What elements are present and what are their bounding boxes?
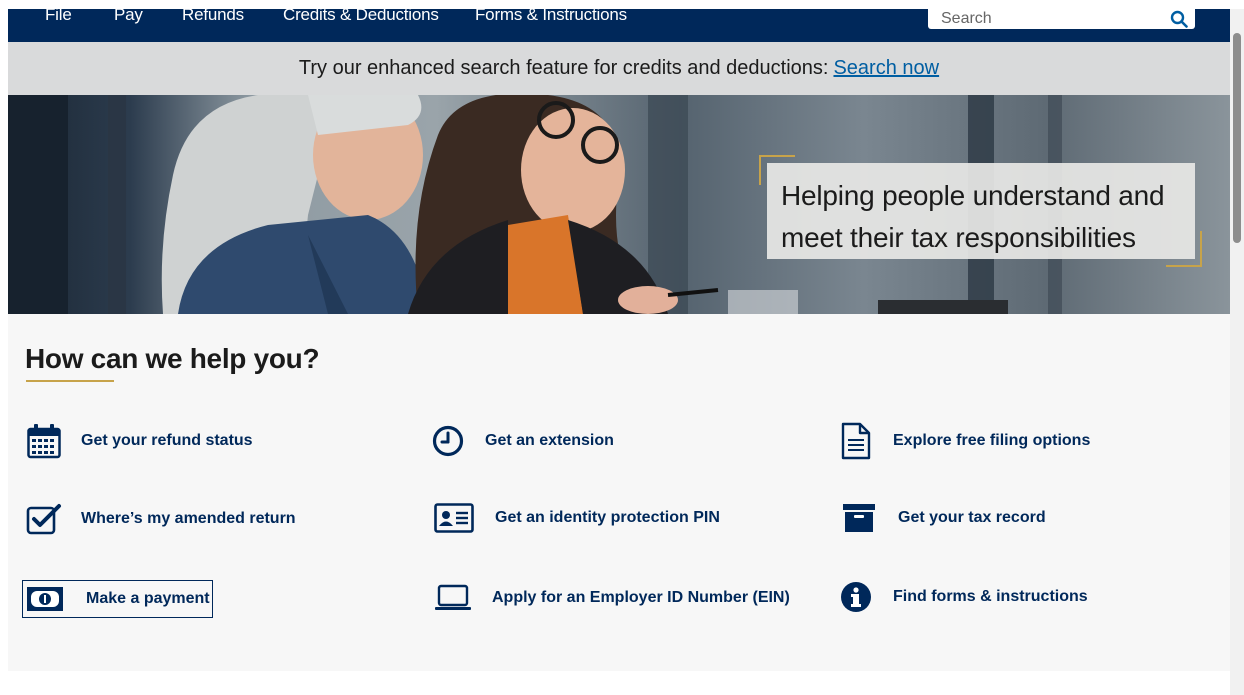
hero-image: Helping people understand and meet their… bbox=[8, 95, 1230, 314]
nav-file[interactable]: File bbox=[45, 9, 72, 25]
search-promo-banner: Try our enhanced search feature for cred… bbox=[8, 42, 1230, 95]
hero-tagline-line-1: Helping people understand and bbox=[781, 180, 1165, 211]
help-section-title: How can we help you? bbox=[25, 343, 320, 374]
clock-icon bbox=[432, 425, 464, 457]
search-icon bbox=[1170, 10, 1188, 28]
id-card-icon bbox=[434, 503, 474, 533]
hero-tagline-card: Helping people understand and meet their… bbox=[767, 163, 1195, 259]
search-input[interactable] bbox=[928, 9, 1163, 29]
link-label: Get an extension bbox=[485, 432, 614, 449]
link-identity-pin[interactable]: Get an identity protection PIN bbox=[434, 503, 720, 533]
money-icon bbox=[26, 586, 64, 612]
banner-text: Try our enhanced search feature for cred… bbox=[298, 57, 829, 79]
next-section-edge bbox=[8, 671, 1230, 695]
link-label: Get an identity protection PIN bbox=[495, 509, 720, 526]
link-label: Find forms & instructions bbox=[893, 588, 1088, 605]
nav-credits-deductions[interactable]: Credits & Deductions bbox=[283, 9, 439, 25]
document-icon bbox=[840, 422, 872, 460]
link-forms-instructions[interactable]: Find forms & instructions bbox=[840, 581, 1088, 613]
link-label: Make a payment bbox=[86, 590, 210, 607]
link-employer-id[interactable]: Apply for an Employer ID Number (EIN) bbox=[434, 584, 790, 612]
link-extension[interactable]: Get an extension bbox=[432, 425, 614, 457]
search-button[interactable] bbox=[1167, 9, 1191, 29]
link-label: Explore free filing options bbox=[893, 432, 1091, 449]
link-label: Where’s my amended return bbox=[81, 510, 296, 527]
link-free-filing[interactable]: Explore free filing options bbox=[840, 422, 1090, 460]
nav-forms-instructions[interactable]: Forms & Instructions bbox=[475, 9, 627, 25]
scrollbar-thumb[interactable] bbox=[1233, 33, 1241, 243]
scrollbar[interactable] bbox=[1230, 9, 1244, 695]
hero-tagline-line-2: meet their tax responsibilities bbox=[781, 222, 1136, 253]
link-tax-record[interactable]: Get your tax record bbox=[842, 503, 1046, 533]
search-box bbox=[928, 9, 1195, 29]
archive-box-icon bbox=[842, 503, 876, 533]
link-label: Get your refund status bbox=[81, 432, 253, 449]
nav-pay[interactable]: Pay bbox=[114, 9, 143, 25]
link-label: Apply for an Employer ID Number (EIN) bbox=[492, 589, 790, 606]
search-now-link[interactable]: Search now bbox=[833, 57, 939, 80]
page-frame: File Pay Refunds Credits & Deductions Fo… bbox=[8, 9, 1230, 695]
laptop-icon bbox=[434, 584, 472, 612]
link-refund-status[interactable]: Get your refund status bbox=[26, 423, 253, 459]
calendar-icon bbox=[26, 423, 62, 459]
nav-refunds[interactable]: Refunds bbox=[182, 9, 244, 25]
link-make-payment[interactable]: Make a payment bbox=[22, 580, 213, 618]
link-label: Get your tax record bbox=[898, 509, 1046, 526]
title-underline bbox=[26, 380, 114, 382]
top-navigation: File Pay Refunds Credits & Deductions Fo… bbox=[8, 9, 1230, 42]
link-amended-return[interactable]: Where’s my amended return bbox=[26, 503, 296, 535]
info-icon bbox=[840, 581, 872, 613]
checkbox-icon bbox=[26, 503, 62, 535]
